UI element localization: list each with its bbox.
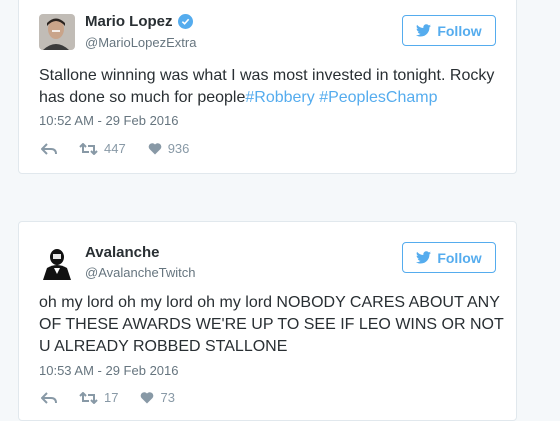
hashtag-link[interactable]: #Robbery [245, 89, 314, 106]
like-count: 73 [160, 390, 175, 405]
avatar[interactable] [39, 244, 75, 280]
follow-label: Follow [437, 22, 482, 39]
display-name[interactable]: Avalanche [85, 244, 159, 261]
author-name-row: Avalanche [85, 244, 159, 261]
tweet-body: oh my lord oh my lord oh my lord NOBODY … [39, 294, 504, 355]
author-handle[interactable]: @MarioLopezExtra [85, 35, 196, 50]
tweet-card: Avalanche @AvalancheTwitch Follow oh my … [18, 221, 517, 421]
retweet-count: 17 [104, 390, 119, 405]
avatar[interactable] [39, 14, 75, 50]
retweet-button[interactable]: 447 [79, 141, 126, 156]
hashtag-link[interactable]: #PeoplesChamp [319, 89, 437, 106]
display-name[interactable]: Mario Lopez [85, 13, 173, 30]
tweet-card: Mario Lopez @MarioLopezExtra Follow Stal… [18, 0, 517, 174]
tweet-timestamp[interactable]: 10:53 AM - 29 Feb 2016 [39, 363, 178, 378]
retweet-button[interactable]: 17 [79, 390, 118, 405]
tweet-text: Stallone winning was what I was most inv… [39, 65, 509, 109]
reply-button[interactable] [41, 391, 57, 404]
retweet-icon [79, 391, 98, 404]
author-name-row: Mario Lopez [85, 13, 193, 30]
reply-icon [41, 391, 57, 404]
reply-button[interactable] [41, 142, 57, 155]
follow-button[interactable]: Follow [402, 242, 496, 273]
twitter-bird-icon [416, 24, 432, 37]
tweet-timestamp[interactable]: 10:52 AM - 29 Feb 2016 [39, 113, 178, 128]
tweet-actions: 447 936 [41, 141, 189, 156]
follow-label: Follow [437, 249, 482, 266]
verified-badge-icon [177, 14, 193, 29]
heart-icon [148, 143, 162, 155]
tweet-actions: 17 73 [41, 390, 175, 405]
retweet-icon [79, 142, 98, 155]
retweet-count: 447 [104, 141, 126, 156]
heart-icon [141, 392, 154, 404]
like-count: 936 [167, 141, 190, 156]
follow-button[interactable]: Follow [402, 15, 496, 46]
like-button[interactable]: 73 [140, 390, 175, 405]
author-handle[interactable]: @AvalancheTwitch [85, 265, 196, 280]
tweet-text: oh my lord oh my lord oh my lord NOBODY … [39, 292, 509, 358]
like-button[interactable]: 936 [148, 141, 190, 156]
reply-icon [41, 142, 57, 155]
twitter-bird-icon [416, 251, 432, 264]
